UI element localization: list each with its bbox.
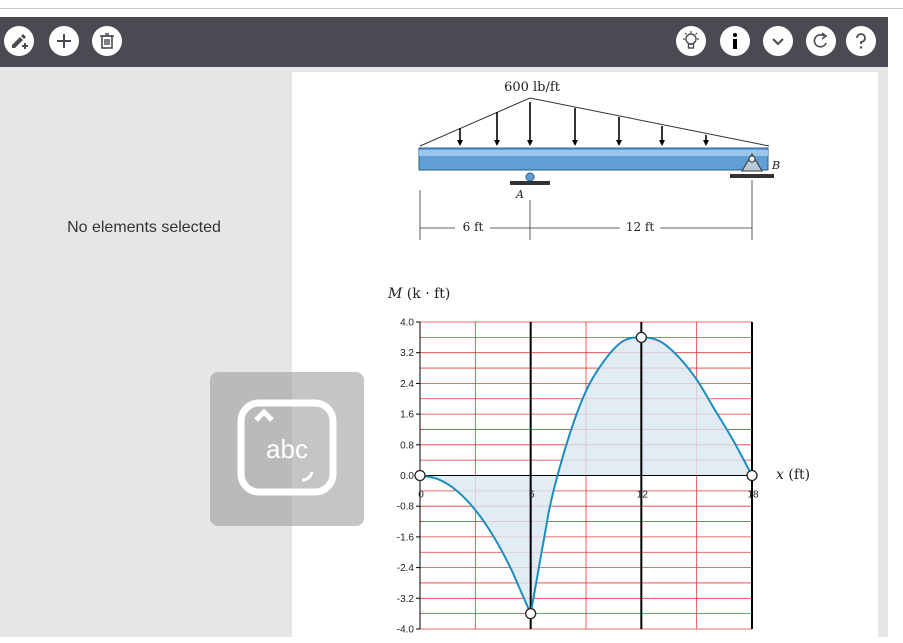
lightbulb-icon[interactable]	[676, 26, 706, 56]
x-tick-label: 18	[747, 490, 759, 501]
plus-icon[interactable]	[49, 26, 79, 56]
redo-icon[interactable]	[806, 26, 836, 56]
y-tick-label: 0.0	[400, 471, 414, 482]
y-tick-label: -3.2	[397, 594, 415, 605]
x-axis-label: x (ft)	[776, 467, 810, 483]
y-tick-label: -0.8	[397, 502, 415, 513]
selection-status: No elements selected	[67, 219, 221, 236]
y-tick-label: 2.4	[400, 379, 414, 390]
toolbar	[0, 17, 888, 67]
support-b-hinge	[748, 155, 756, 163]
trash-icon[interactable]	[92, 26, 122, 56]
beam-figure: 600 lb/ft A B 6 ft 12 ft	[418, 80, 780, 240]
y-tick-label: 0.8	[400, 440, 414, 451]
y-tick-label: 1.6	[400, 410, 414, 421]
properties-panel: No elements selected	[0, 67, 288, 637]
draw-pen-icon[interactable]	[4, 26, 34, 56]
chevron-down-icon[interactable]	[763, 26, 793, 56]
info-icon[interactable]	[720, 26, 750, 56]
load-label: 600 lb/ft	[504, 80, 561, 95]
support-b-label: B	[771, 159, 780, 172]
y-tick-label: -2.4	[397, 563, 415, 574]
load-envelope	[419, 97, 770, 147]
support-a-label: A	[515, 188, 524, 201]
keyboard-overlay[interactable]: abc	[210, 372, 364, 526]
problem-canvas: 600 lb/ft A B 6 ft 12 ft M (k · ft) 4.0 …	[292, 72, 878, 637]
curve-handle-point	[746, 469, 758, 482]
curve-handle-point	[635, 331, 647, 344]
right-margin	[888, 17, 903, 643]
span1-label: 6 ft	[463, 220, 484, 234]
beam-highlight	[419, 150, 768, 156]
y-tick-label: 4.0	[400, 318, 414, 329]
span2-label: 12 ft	[626, 220, 655, 234]
support-a-roller	[525, 172, 535, 182]
y-axis-label: M (k · ft)	[387, 286, 450, 302]
keyboard-icon: abc	[237, 399, 337, 496]
curve-handle-point	[414, 469, 426, 482]
question-icon[interactable]	[846, 26, 876, 56]
y-tick-label: 3.2	[400, 348, 414, 359]
bottom-border	[0, 637, 888, 643]
y-tick-label: -4.0	[397, 625, 415, 636]
x-tick-label: 6	[529, 490, 535, 501]
x-tick-label: 0	[418, 490, 424, 501]
load-arrowheads	[457, 140, 709, 146]
y-tick-label: -1.6	[397, 532, 415, 543]
moment-chart: M (k · ft) 4.0 3.2 2.4 1.6 0.8 0.0 -0.8 -1.6 -2.…	[387, 286, 810, 636]
figure-svg: 600 lb/ft A B 6 ft 12 ft M (k · ft) 4.03…	[387, 80, 810, 636]
x-tick-label: 12	[637, 490, 649, 501]
support-a-plate	[510, 181, 550, 185]
curve-handle-point	[525, 608, 537, 620]
support-b-plate	[730, 174, 774, 178]
keyboard-label: abc	[266, 434, 308, 464]
top-border	[0, 0, 903, 9]
